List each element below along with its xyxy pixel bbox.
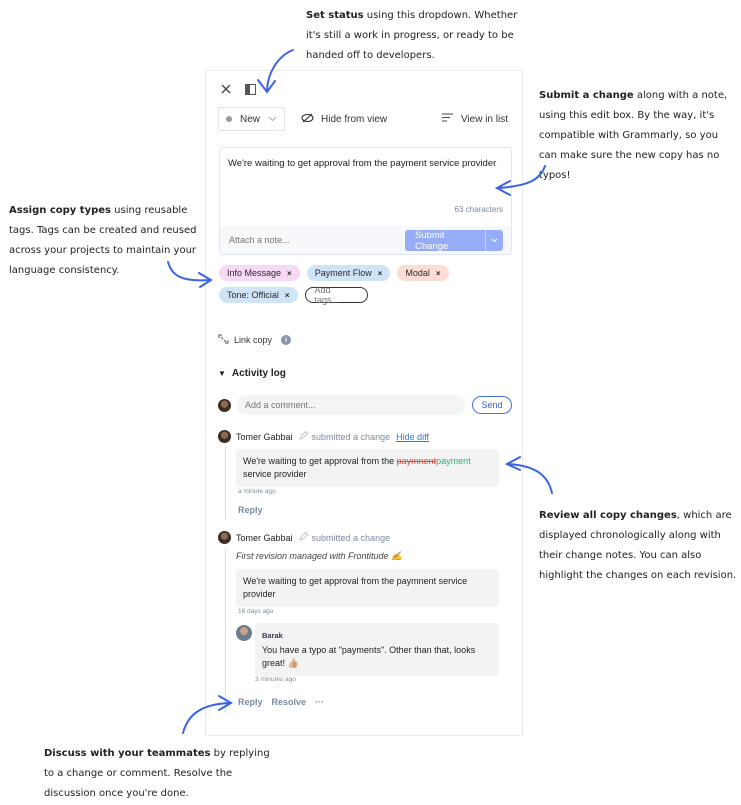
panel-toolbar: New Hide from view View in list bbox=[218, 107, 512, 131]
annotation-set-status: Set status using this dropdown. Whether … bbox=[306, 10, 518, 61]
remove-tag-icon[interactable]: × bbox=[285, 291, 290, 300]
send-button[interactable]: Send bbox=[472, 396, 512, 414]
timestamp: 3 minutes ago bbox=[255, 676, 296, 683]
diff-text: We're waiting to get approval from the bbox=[243, 456, 397, 466]
copy-edit-box: We're waiting to get approval from the p… bbox=[219, 147, 512, 255]
hide-from-view-label: Hide from view bbox=[321, 113, 388, 125]
status-dot bbox=[226, 116, 232, 122]
inserted-text: payment bbox=[436, 456, 471, 466]
annotation-review-changes: Review all copy changes, which are displ… bbox=[539, 510, 737, 581]
remove-tag-icon[interactable]: × bbox=[436, 269, 441, 278]
change-diff-bubble: We're waiting to get approval from the p… bbox=[236, 449, 499, 487]
entry-action: submitted a change bbox=[311, 532, 391, 543]
new-comment-row: Send bbox=[218, 395, 513, 415]
comment-input[interactable] bbox=[237, 395, 465, 415]
close-icon[interactable] bbox=[218, 81, 234, 97]
deleted-text: paymnent bbox=[396, 456, 437, 466]
resolve-button[interactable]: Resolve bbox=[272, 697, 307, 707]
annotation-submit-change: Submit a change along with a note, using… bbox=[539, 90, 728, 181]
remove-tag-icon[interactable]: × bbox=[378, 269, 383, 278]
activity-log-title: Activity log bbox=[231, 368, 286, 379]
tag-tone-official[interactable]: Tone: Official × bbox=[219, 287, 298, 303]
tag-label: Modal bbox=[405, 268, 430, 278]
pencil-icon bbox=[298, 531, 308, 543]
more-options-icon[interactable]: ··· bbox=[315, 697, 324, 707]
annotation-assign-tags: Assign copy types using reusable tags. T… bbox=[9, 205, 197, 276]
current-user-avatar bbox=[218, 398, 231, 412]
chevron-down-icon bbox=[491, 238, 498, 243]
comment-text: You have a typo at "payments". Other tha… bbox=[262, 645, 476, 668]
tag-label: Payment Flow bbox=[314, 268, 372, 278]
tag-payment-flow[interactable]: Payment Flow × bbox=[306, 265, 391, 281]
tag-list: Info Message × Payment Flow × Modal × Tone:… bbox=[219, 265, 514, 305]
thread-line bbox=[225, 447, 226, 519]
author-name: Tomer Gabbai bbox=[236, 431, 293, 442]
entry-action: submitted a change bbox=[311, 431, 391, 442]
tag-label: Tone: Official bbox=[227, 290, 279, 300]
tag-modal[interactable]: Modal × bbox=[397, 265, 449, 281]
tag-label: Info Message bbox=[227, 268, 282, 278]
submit-change-button[interactable]: Submit Change bbox=[405, 230, 485, 251]
caret-down-icon: ▼ bbox=[218, 369, 226, 378]
link-icon bbox=[218, 334, 229, 346]
avatar bbox=[218, 430, 231, 443]
avatar bbox=[218, 531, 231, 544]
activity-entry-header: Tomer Gabbai submitted a change Hide dif… bbox=[218, 430, 429, 443]
eye-slash-icon bbox=[301, 113, 314, 126]
thread-line bbox=[225, 548, 226, 713]
status-value: New bbox=[240, 113, 261, 125]
submit-group: Submit Change bbox=[405, 230, 503, 251]
edit-footer: Submit Change bbox=[220, 226, 511, 254]
diff-text: service provider bbox=[243, 469, 307, 479]
panel-topbar bbox=[218, 81, 258, 97]
timestamp: a minute ago bbox=[238, 488, 276, 495]
pencil-icon bbox=[298, 430, 308, 442]
link-copy-button[interactable]: Link copy i bbox=[218, 334, 292, 346]
attach-note-input[interactable] bbox=[229, 235, 389, 245]
submit-options-button[interactable] bbox=[485, 230, 503, 251]
reply-button[interactable]: Reply bbox=[238, 505, 263, 515]
change-text-bubble: We're waiting to get approval from the p… bbox=[236, 569, 499, 607]
annotation-discuss: Discuss with your teammates by replying … bbox=[44, 748, 270, 799]
remove-tag-icon[interactable]: × bbox=[287, 269, 292, 278]
barak-avatar bbox=[236, 625, 252, 641]
reply-button[interactable]: Reply bbox=[238, 697, 263, 707]
tag-info-message[interactable]: Info Message × bbox=[219, 265, 300, 281]
character-count: 63 characters bbox=[454, 205, 503, 214]
view-in-list-button[interactable]: View in list bbox=[441, 113, 512, 125]
comment-bubble: Barak You have a typo at "payments". Oth… bbox=[255, 623, 499, 676]
hide-diff-link[interactable]: Hide diff bbox=[396, 432, 429, 442]
timestamp: 16 days ago bbox=[238, 608, 274, 615]
view-in-list-label: View in list bbox=[460, 113, 508, 125]
comment-author: Barak bbox=[262, 631, 283, 640]
chevron-down-icon bbox=[268, 114, 277, 125]
author-name: Tomer Gabbai bbox=[236, 532, 293, 543]
status-dropdown[interactable]: New bbox=[218, 107, 285, 131]
link-copy-label: Link copy bbox=[234, 335, 273, 345]
thread-actions: Reply Resolve ··· bbox=[238, 697, 324, 707]
activity-log-toggle[interactable]: ▼ Activity log bbox=[218, 368, 286, 379]
copy-text-editor[interactable]: We're waiting to get approval from the p… bbox=[228, 158, 503, 169]
list-icon bbox=[441, 113, 453, 125]
add-tags-input[interactable]: Add tags... bbox=[304, 285, 368, 305]
info-icon[interactable]: i bbox=[281, 335, 292, 345]
activity-entry-header: Tomer Gabbai submitted a change bbox=[218, 531, 390, 544]
sidebar-toggle-icon[interactable] bbox=[242, 81, 258, 97]
change-note: First revision managed with Frontitude ✍… bbox=[236, 551, 403, 561]
hide-from-view-button[interactable]: Hide from view bbox=[301, 113, 387, 126]
copy-detail-panel: New Hide from view View in list We're wa… bbox=[205, 70, 523, 736]
